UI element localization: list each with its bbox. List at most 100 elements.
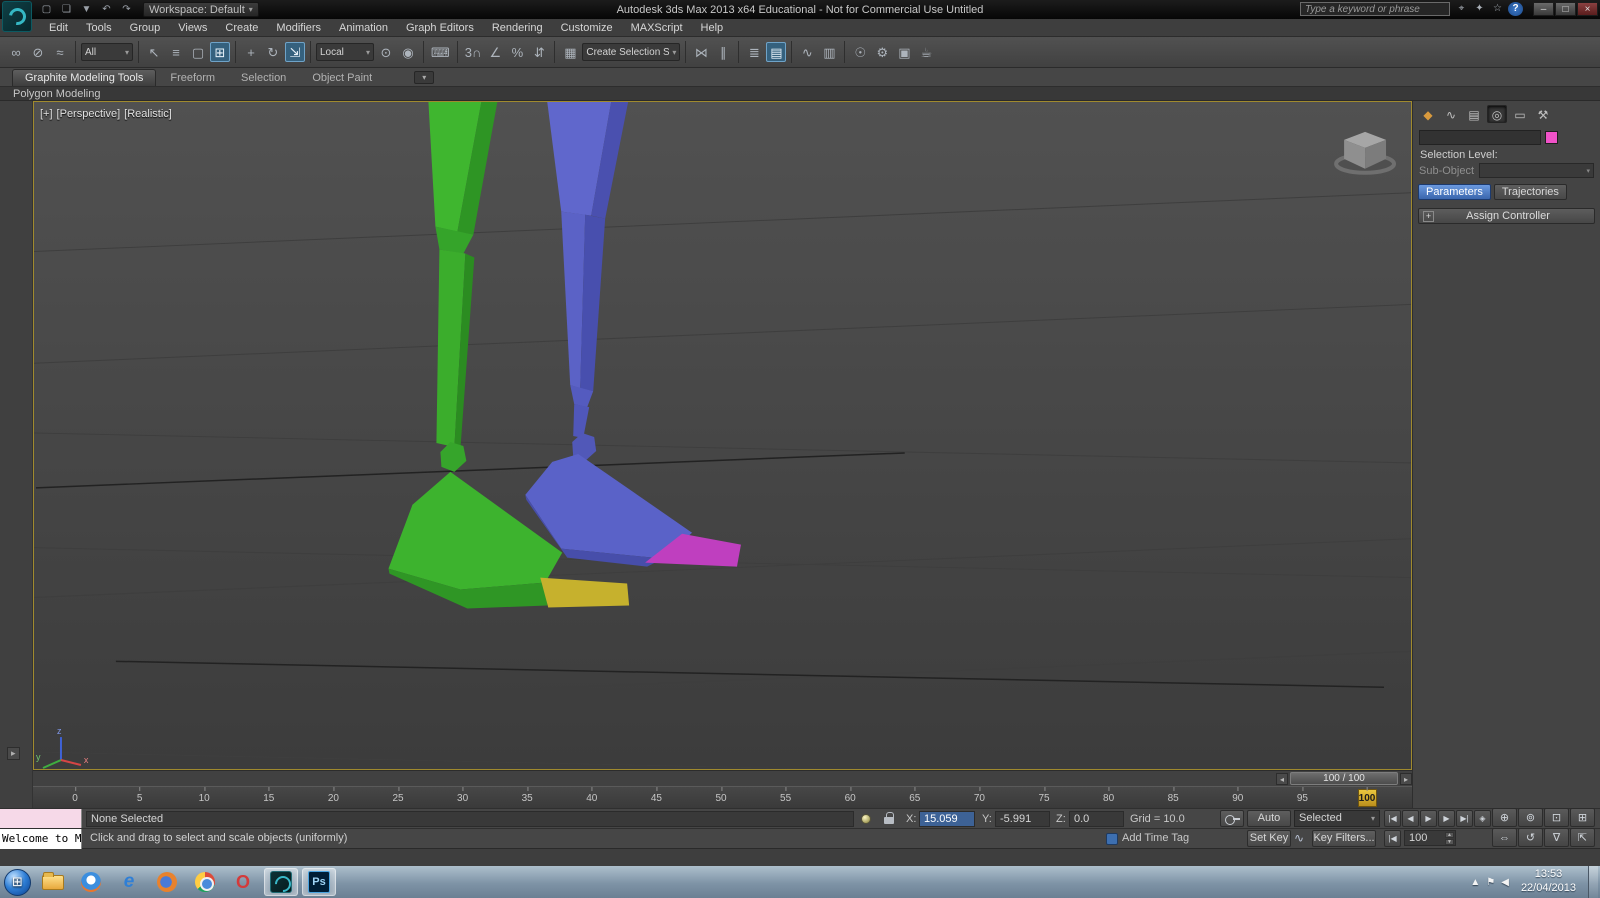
tray-volume-icon[interactable]: ◀ bbox=[1501, 877, 1509, 888]
viewport-shading-menu[interactable]: [Realistic] bbox=[124, 108, 172, 120]
help-icon[interactable]: ? bbox=[1508, 2, 1523, 16]
select-and-rotate-icon[interactable]: ↻ bbox=[263, 42, 283, 62]
motion-tab[interactable]: ◎ bbox=[1487, 105, 1507, 123]
ribbon-tab-graphite-modeling-tools[interactable]: Graphite Modeling Tools bbox=[12, 69, 157, 86]
animate-selection-dropdown[interactable]: Selected ▾ bbox=[1294, 810, 1380, 827]
time-slider-handle[interactable]: 100 / 100 bbox=[1290, 772, 1398, 785]
menu-tools[interactable]: Tools bbox=[77, 20, 121, 36]
save-file-icon[interactable]: ▼ bbox=[78, 2, 95, 17]
select-and-move-icon[interactable]: + bbox=[241, 42, 261, 62]
next-frame-button[interactable]: ▶ bbox=[1438, 810, 1455, 827]
go-to-start-button[interactable]: |◀ bbox=[1384, 810, 1401, 827]
auto-key-button[interactable]: Auto Key bbox=[1247, 810, 1291, 839]
workspace-dropdown[interactable]: Workspace: Default ▾ bbox=[143, 2, 259, 17]
previous-frame-arrow[interactable]: ◂ bbox=[1276, 773, 1288, 785]
previous-frame-button[interactable]: ◀ bbox=[1402, 810, 1419, 827]
keyboard-shortcut-override-icon[interactable]: ⌨ bbox=[429, 42, 452, 62]
menu-edit[interactable]: Edit bbox=[40, 20, 77, 36]
angle-snap-icon[interactable]: ∠ bbox=[485, 42, 505, 62]
ribbon-tab-selection[interactable]: Selection bbox=[229, 70, 298, 86]
maximize-viewport-toggle-icon[interactable]: ⇱ bbox=[1570, 828, 1595, 847]
mirror-icon[interactable]: ⋈ bbox=[691, 42, 711, 62]
field-of-view-icon[interactable]: ∇ bbox=[1544, 828, 1569, 847]
show-desktop-button[interactable] bbox=[1588, 866, 1598, 898]
menu-graph-editors[interactable]: Graph Editors bbox=[397, 20, 483, 36]
prompt-assist-bulb-icon[interactable] bbox=[861, 814, 871, 824]
next-frame-arrow[interactable]: ▸ bbox=[1400, 773, 1412, 785]
ribbon-minimize-button[interactable]: ▾ bbox=[414, 71, 435, 84]
menu-group[interactable]: Group bbox=[121, 20, 170, 36]
hierarchy-tab[interactable]: ▤ bbox=[1464, 105, 1484, 123]
object-color-swatch[interactable] bbox=[1545, 131, 1558, 144]
menu-animation[interactable]: Animation bbox=[330, 20, 397, 36]
taskbar-3ds-max[interactable] bbox=[264, 868, 298, 896]
open-file-icon[interactable]: ❏ bbox=[58, 2, 75, 17]
set-keys-key-icon[interactable] bbox=[1220, 810, 1244, 827]
orbit-icon[interactable]: ↺ bbox=[1518, 828, 1543, 847]
viewport-general-menu[interactable]: [+] bbox=[40, 108, 53, 120]
align-icon[interactable]: ∥ bbox=[713, 42, 733, 62]
play-animation-button[interactable]: ▶ bbox=[1420, 810, 1437, 827]
menu-modifiers[interactable]: Modifiers bbox=[267, 20, 330, 36]
ribbon-tab-object-paint[interactable]: Object Paint bbox=[300, 70, 384, 86]
spinner-snap-icon[interactable]: ⇵ bbox=[529, 42, 549, 62]
tray-action-center-icon[interactable]: ⚑ bbox=[1486, 877, 1495, 888]
y-coordinate-field[interactable]: -5.991 bbox=[995, 811, 1050, 827]
zoom-all-icon[interactable]: ⊚ bbox=[1518, 808, 1543, 827]
curve-editor-icon[interactable]: ∿ bbox=[797, 42, 817, 62]
add-time-tag-button[interactable]: Add Time Tag bbox=[1122, 832, 1189, 844]
graphite-ribbon-toggle-icon[interactable]: ▤ bbox=[766, 42, 787, 62]
snap-toggle-3d-icon[interactable]: 3∩ bbox=[463, 42, 484, 62]
taskbar-firefox[interactable] bbox=[150, 868, 184, 896]
render-production-icon[interactable]: ☕ bbox=[916, 42, 936, 62]
rendered-frame-window-icon[interactable]: ▣ bbox=[894, 42, 914, 62]
select-and-link-icon[interactable]: ∞ bbox=[6, 42, 26, 62]
favorites-icon[interactable]: ☆ bbox=[1490, 2, 1505, 16]
redo-icon[interactable]: ↷ bbox=[118, 2, 135, 17]
perspective-viewport[interactable]: z y x [+] [Perspective] [Realistic] bbox=[33, 101, 1412, 770]
menu-rendering[interactable]: Rendering bbox=[483, 20, 552, 36]
undo-icon[interactable]: ↶ bbox=[98, 2, 115, 17]
menu-create[interactable]: Create bbox=[216, 20, 267, 36]
default-tangent-icon[interactable]: ∿ bbox=[1294, 831, 1304, 845]
utilities-tab[interactable]: ⚒ bbox=[1533, 105, 1553, 123]
reference-coordinate-dropdown[interactable]: Local ▾ bbox=[316, 43, 374, 61]
zoom-icon[interactable]: ⊕ bbox=[1492, 808, 1517, 827]
application-menu-button[interactable] bbox=[2, 1, 32, 32]
viewport-pov-menu[interactable]: [Perspective] bbox=[57, 108, 121, 120]
taskbar-opera[interactable]: O bbox=[226, 868, 260, 896]
taskbar-media-player[interactable] bbox=[74, 868, 108, 896]
dope-sheet-icon[interactable]: ▥ bbox=[819, 42, 839, 62]
select-object-icon[interactable]: ↖ bbox=[144, 42, 164, 62]
percent-snap-icon[interactable]: % bbox=[507, 42, 527, 62]
close-button[interactable]: × bbox=[1577, 2, 1598, 16]
assign-controller-rollout[interactable]: + Assign Controller bbox=[1418, 208, 1595, 224]
tray-show-hidden-icons[interactable]: ▲ bbox=[1470, 877, 1480, 888]
ribbon-tab-freeform[interactable]: Freeform bbox=[158, 70, 227, 86]
selection-lock-icon[interactable] bbox=[884, 812, 894, 824]
edit-named-selection-sets-icon[interactable]: ▦ bbox=[560, 42, 580, 62]
select-by-name-icon[interactable]: ≡ bbox=[166, 42, 186, 62]
modify-tab[interactable]: ∿ bbox=[1441, 105, 1461, 123]
frame-spinner[interactable]: ▲ ▼ bbox=[1445, 832, 1454, 845]
x-coordinate-field[interactable]: 15.059 bbox=[919, 811, 975, 827]
menu-views[interactable]: Views bbox=[169, 20, 216, 36]
taskbar-photoshop[interactable]: Ps bbox=[302, 868, 336, 896]
maxscript-mini-listener[interactable]: Welcome to M bbox=[0, 829, 82, 849]
polygon-modeling-panel-label[interactable]: Polygon Modeling bbox=[13, 88, 100, 100]
taskbar-explorer[interactable] bbox=[36, 868, 70, 896]
key-filters-button[interactable]: Key Filters... bbox=[1312, 830, 1376, 847]
set-key-button[interactable]: Set Key bbox=[1247, 830, 1291, 847]
selection-region-icon[interactable]: ▢ bbox=[188, 42, 208, 62]
key-mode-toggle-button[interactable]: ◈ bbox=[1474, 810, 1491, 827]
current-frame-field[interactable]: 100 ▲ ▼ bbox=[1404, 830, 1456, 846]
time-slider-track[interactable]: ◂ 100 / 100 ▸ bbox=[33, 770, 1412, 786]
go-to-end-button[interactable]: ▶| bbox=[1456, 810, 1473, 827]
expand-arrow-icon[interactable]: ▸ bbox=[7, 747, 20, 760]
create-tab[interactable]: ◆ bbox=[1418, 105, 1438, 123]
maxscript-mini-listener-pink[interactable] bbox=[0, 809, 82, 829]
window-crossing-toggle-icon[interactable]: ⊞ bbox=[210, 42, 230, 62]
bind-to-space-warp-icon[interactable]: ≈ bbox=[50, 42, 70, 62]
zoom-extents-icon[interactable]: ⊡ bbox=[1544, 808, 1569, 827]
select-and-manipulate-icon[interactable]: ◉ bbox=[398, 42, 418, 62]
